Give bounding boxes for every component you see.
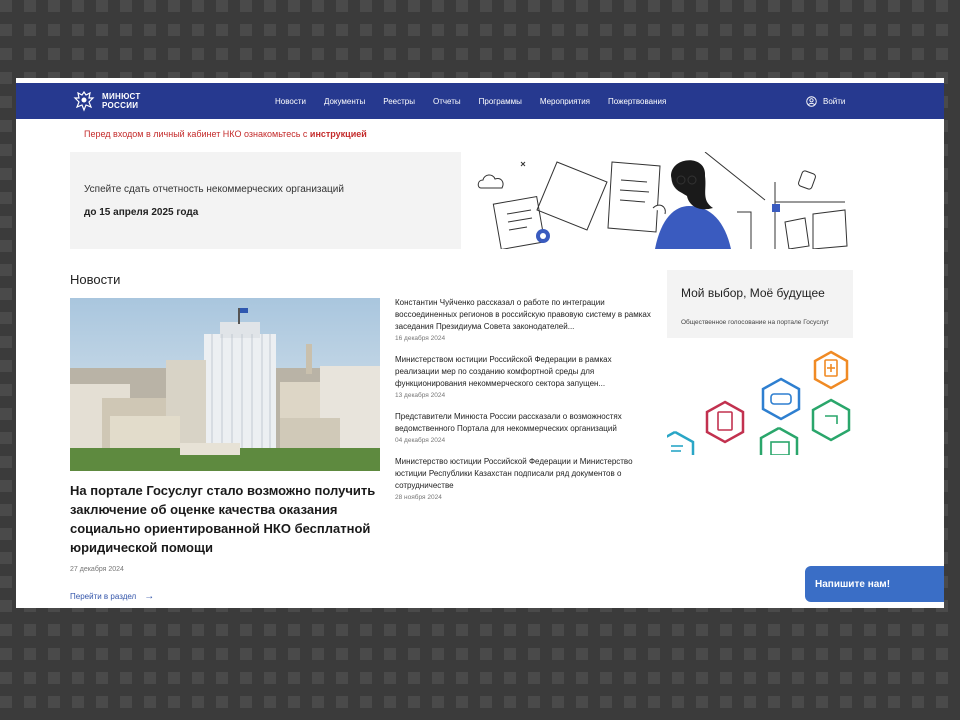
main-news-date: 27 декабря 2024 [70,566,124,573]
news-item-title[interactable]: Представители Минюста России рассказали … [395,411,657,435]
news-heading: Новости [70,272,121,287]
nav-item[interactable]: Отчеты [433,97,461,106]
write-us-button[interactable]: Напишите нам! [805,566,944,602]
news-list: Константин Чуйченко рассказал о работе п… [395,297,657,513]
news-item-title[interactable]: Министерством юстиции Российской Федерац… [395,354,657,390]
news-item[interactable]: Министерством юстиции Российской Федерац… [395,354,657,399]
news-item-title[interactable]: Министерство юстиции Российской Федераци… [395,456,657,492]
user-icon [806,95,817,107]
woman-with-documents-illustration [477,152,848,249]
header-bar: МИНЮСТ РОССИИ Новости Документы Реестры Отч… [16,83,944,119]
nav-item[interactable]: Программы [479,97,522,106]
news-item-date: 16 декабря 2024 [395,335,446,342]
website-screenshot: МИНЮСТ РОССИИ Новости Документы Реестры Отч… [16,78,944,608]
notice-text: Перед входом в личный кабинет НКО ознако… [84,129,367,139]
news-item-date: 28 ноября 2024 [395,494,442,501]
nav-item[interactable]: Реестры [383,97,415,106]
voting-promo[interactable]: Мой выбор, Моё будущее Общественное голо… [667,270,853,338]
logo-text: МИНЮСТ РОССИИ [102,92,141,110]
instruction-link[interactable]: инструкцией [310,129,367,139]
goto-news-link[interactable]: Перейти в раздел → [70,591,154,602]
main-news-title[interactable]: На портале Госуслуг стало возможно получ… [70,481,390,557]
news-item[interactable]: Министерство юстиции Российской Федераци… [395,456,657,501]
logo[interactable]: МИНЮСТ РОССИИ [72,89,141,113]
promo-subtitle: Общественное голосование на портале Госу… [681,319,830,326]
arrow-right-icon: → [144,591,155,602]
news-item-date: 13 декабря 2024 [395,392,446,399]
news-item[interactable]: Представители Минюста России рассказали … [395,411,657,444]
ministry-building-photo[interactable] [70,298,380,471]
eagle-emblem-icon [73,90,95,112]
login-button[interactable]: Войти [806,83,845,119]
main-nav: Новости Документы Реестры Отчеты Программы Ме… [275,83,684,119]
nav-item[interactable]: Документы [324,97,365,106]
news-item-date: 04 декабря 2024 [395,437,446,444]
promo-title: Мой выбор, Моё будущее [681,286,825,300]
nav-item[interactable]: Мероприятия [540,97,590,106]
reporting-banner[interactable]: Успейте сдать отчетность некоммерческих … [70,152,461,249]
banner-text: Успейте сдать отчетность некоммерческих … [84,184,344,195]
login-label: Войти [823,96,846,106]
service-icons-illustration [667,350,851,455]
nav-item[interactable]: Новости [275,97,306,106]
news-item[interactable]: Константин Чуйченко рассказал о работе п… [395,297,657,342]
banner-deadline: до 15 апреля 2025 года [84,207,199,218]
news-item-title[interactable]: Константин Чуйченко рассказал о работе п… [395,297,657,333]
nav-item[interactable]: Пожертвования [608,97,666,106]
goto-label: Перейти в раздел [70,592,137,601]
